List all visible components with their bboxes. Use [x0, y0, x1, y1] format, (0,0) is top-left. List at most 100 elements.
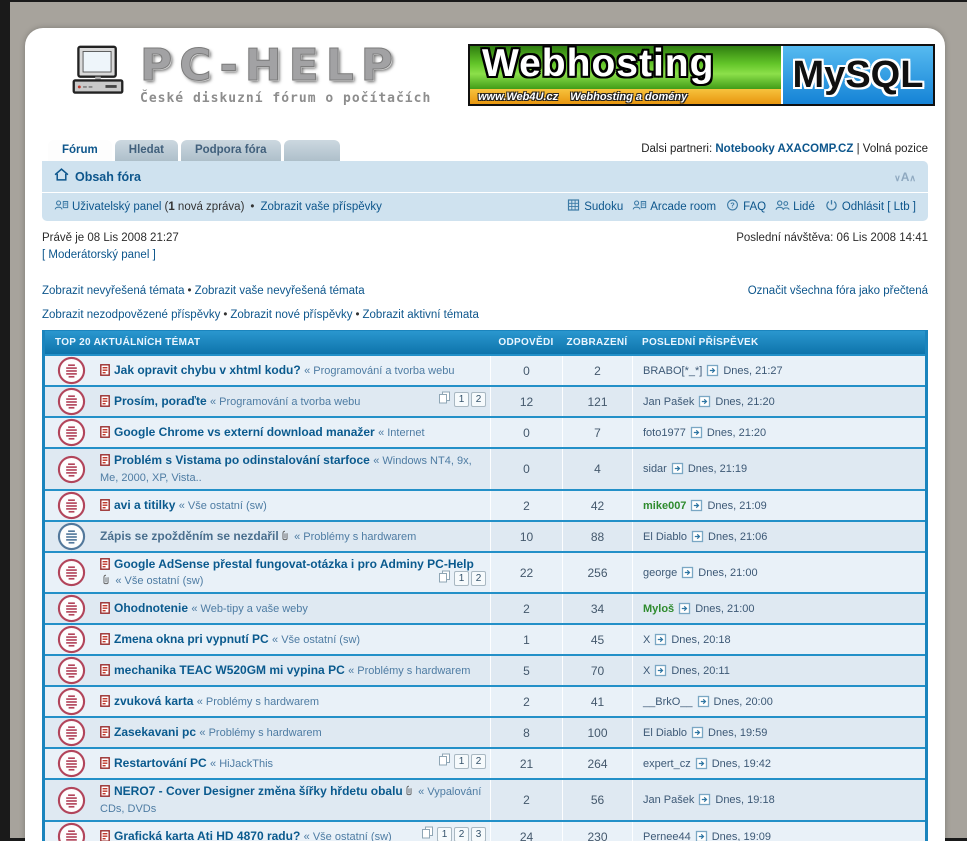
topic-title-link[interactable]: Google Chrome vs externí download manaže…	[114, 425, 375, 439]
toolbar-link-sudoku[interactable]: Sudoku	[566, 199, 623, 214]
moderator-panel-link[interactable]: [ Moderátorský panel ]	[42, 249, 156, 261]
topic-title-link[interactable]: zvuková karta	[114, 694, 193, 708]
goto-last-post-icon[interactable]	[702, 364, 723, 378]
people2-icon	[775, 199, 790, 214]
topic-forum-link[interactable]: « Problémy s hardwarem	[348, 665, 470, 677]
goto-last-post-icon[interactable]	[686, 499, 707, 513]
page-link[interactable]: 2	[471, 571, 486, 586]
quick-link[interactable]: Zobrazit nevyřešená témata	[42, 285, 185, 297]
goto-last-post-icon[interactable]	[677, 566, 698, 580]
goto-last-post-icon[interactable]	[686, 426, 707, 440]
page-link[interactable]: 1	[437, 827, 452, 841]
topic-title-link[interactable]: Grafická karta Ati HD 4870 radu?	[114, 829, 300, 841]
topic-forum-link[interactable]: « HiJackThis	[210, 758, 273, 770]
site-logo-link[interactable]: PC-HELP České diskuzní fórum o počítačíc…	[70, 43, 431, 106]
goto-last-post-icon[interactable]	[687, 530, 708, 544]
topic-forum-link[interactable]: « Programování a tvorba webu	[304, 365, 454, 377]
topic-row: Google AdSense přestal fungovat-otázka i…	[45, 551, 925, 592]
your-posts-link[interactable]: Zobrazit vaše příspěvky	[260, 201, 381, 213]
partner-link-axacomp[interactable]: Notebooky AXACOMP.CZ	[715, 143, 853, 155]
last-post-author-link[interactable]: X	[643, 634, 650, 646]
toolbar-link-people[interactable]: Arcade room	[632, 199, 716, 214]
tab-podpora-fóra[interactable]: Podpora fóra	[180, 140, 281, 161]
topic-title-link[interactable]: Prosím, poraďte	[114, 394, 207, 408]
topic-forum-link[interactable]: « Web-tipy a vaše weby	[191, 603, 308, 615]
topic-forum-link[interactable]: « Problémy s hardwarem	[199, 727, 321, 739]
topic-replies: 0	[490, 418, 562, 447]
page-link[interactable]: 3	[471, 827, 486, 841]
page-link[interactable]: 1	[454, 571, 469, 586]
last-post-author-link[interactable]: foto1977	[643, 427, 686, 439]
page-link[interactable]: 1	[454, 392, 469, 407]
topic-forum-link[interactable]: « Problémy s hardwarem	[197, 696, 319, 708]
topic-views: 45	[562, 625, 632, 654]
last-post-author-link[interactable]: Jan Pašek	[643, 396, 694, 408]
last-post-author-link[interactable]: george	[643, 567, 677, 579]
goto-last-post-icon[interactable]	[694, 395, 715, 409]
toolbar-link-question[interactable]: ? FAQ	[725, 199, 766, 214]
user-panel-link[interactable]: Uživatelský panel	[72, 201, 161, 213]
topic-forum-link[interactable]: « Internet	[378, 427, 424, 439]
mark-forums-read-link[interactable]: Označit všechna fóra jako přečtená	[748, 285, 928, 297]
status-row: Právě je 08 Lis 2008 21:27 [ Moderátorsk…	[42, 230, 928, 264]
topic-forum-link[interactable]: « Problémy s hardwarem	[294, 531, 416, 543]
goto-last-post-icon[interactable]	[674, 602, 695, 616]
topic-title-link[interactable]: Zasekavani pc	[114, 725, 196, 739]
board-index-link[interactable]: Obsah fóra	[75, 170, 141, 184]
topic-forum-link[interactable]: « Programování a tvorba webu	[210, 396, 360, 408]
quick-link[interactable]: Zobrazit nezodpovězené příspěvky	[42, 309, 220, 321]
last-post-author-link[interactable]: El Diablo	[643, 531, 687, 543]
last-post-author-link[interactable]: El Diablo	[643, 727, 687, 739]
topic-title-link[interactable]: avi a titilky	[114, 498, 175, 512]
last-post-author-link[interactable]: mike007	[643, 500, 686, 512]
quick-link[interactable]: Zobrazit aktivní témata	[363, 309, 479, 321]
topic-views: 34	[562, 594, 632, 623]
topic-title-link[interactable]: Google AdSense přestal fungovat-otázka i…	[114, 557, 474, 571]
last-post-author-link[interactable]: Pernee44	[643, 831, 691, 841]
last-post-author-link[interactable]: expert_cz	[643, 758, 691, 770]
last-post-author-link[interactable]: BRABO[*_*]	[643, 365, 702, 377]
topic-row: Problém s Vistama po odinstalování starf…	[45, 447, 925, 489]
font-size-widget[interactable]: ∨A∧	[894, 168, 916, 186]
topic-forum-link[interactable]: « Vše ostatní (sw)	[304, 831, 392, 841]
goto-last-post-icon[interactable]	[693, 695, 714, 709]
last-post-author-link[interactable]: __BrkO__	[643, 696, 693, 708]
goto-last-post-icon[interactable]	[650, 633, 671, 647]
topic-title-link[interactable]: Problém s Vistama po odinstalování starf…	[114, 453, 370, 467]
last-post-time: Dnes, 19:18	[715, 794, 775, 806]
topic-title-link[interactable]: NERO7 - Cover Designer změna šířky hřdet…	[114, 784, 403, 798]
quick-link[interactable]: Zobrazit nové příspěvky	[230, 309, 352, 321]
topic-title-link[interactable]: Zmena okna pri vypnutí PC	[114, 632, 269, 646]
tab-empty[interactable]	[283, 140, 340, 161]
goto-last-post-icon[interactable]	[691, 830, 712, 841]
page-link[interactable]: 2	[454, 827, 469, 841]
topic-title-link[interactable]: Restartování PC	[114, 756, 207, 770]
last-post-author-link[interactable]: sidar	[643, 463, 667, 475]
topic-title-link[interactable]: Zápis se zpožděním se nezdařil	[100, 529, 279, 543]
page-link[interactable]: 2	[471, 392, 486, 407]
partner-open-position[interactable]: Volná pozice	[863, 143, 928, 155]
last-post-author-link[interactable]: X	[643, 665, 650, 677]
topic-title-link[interactable]: mechanika TEAC W520GM mi vypina PC	[114, 663, 345, 677]
goto-last-post-icon[interactable]	[667, 462, 688, 476]
goto-last-post-icon[interactable]	[687, 726, 708, 740]
goto-last-post-icon[interactable]	[650, 664, 671, 678]
topic-title-link[interactable]: Jak opravit chybu v xhtml kodu?	[114, 363, 301, 377]
tab-hledat[interactable]: Hledat	[114, 140, 178, 161]
last-post-author-link[interactable]: Jan Pašek	[643, 794, 694, 806]
quick-link[interactable]: Zobrazit vaše nevyřešená témata	[195, 285, 365, 297]
ad-banner[interactable]: Webhosting www.Web4U.cz Webhosting a dom…	[468, 42, 935, 106]
topic-title-link[interactable]: Ohodnotenie	[114, 601, 188, 615]
topic-forum-link[interactable]: « Vše ostatní (sw)	[115, 575, 203, 587]
toolbar-link-power[interactable]: Odhlásit [ Ltb ]	[824, 199, 916, 214]
goto-last-post-icon[interactable]	[694, 793, 715, 807]
toolbar-link-people2[interactable]: Lidé	[775, 199, 815, 214]
topic-pagination: 12	[438, 570, 486, 587]
page-link[interactable]: 1	[454, 754, 469, 769]
goto-last-post-icon[interactable]	[691, 757, 712, 771]
tab-fórum[interactable]: Fórum	[48, 140, 112, 161]
page-link[interactable]: 2	[471, 754, 486, 769]
last-post-author-link[interactable]: Myloš	[643, 603, 674, 615]
topic-forum-link[interactable]: « Vše ostatní (sw)	[272, 634, 360, 646]
topic-forum-link[interactable]: « Vše ostatní (sw)	[179, 500, 267, 512]
